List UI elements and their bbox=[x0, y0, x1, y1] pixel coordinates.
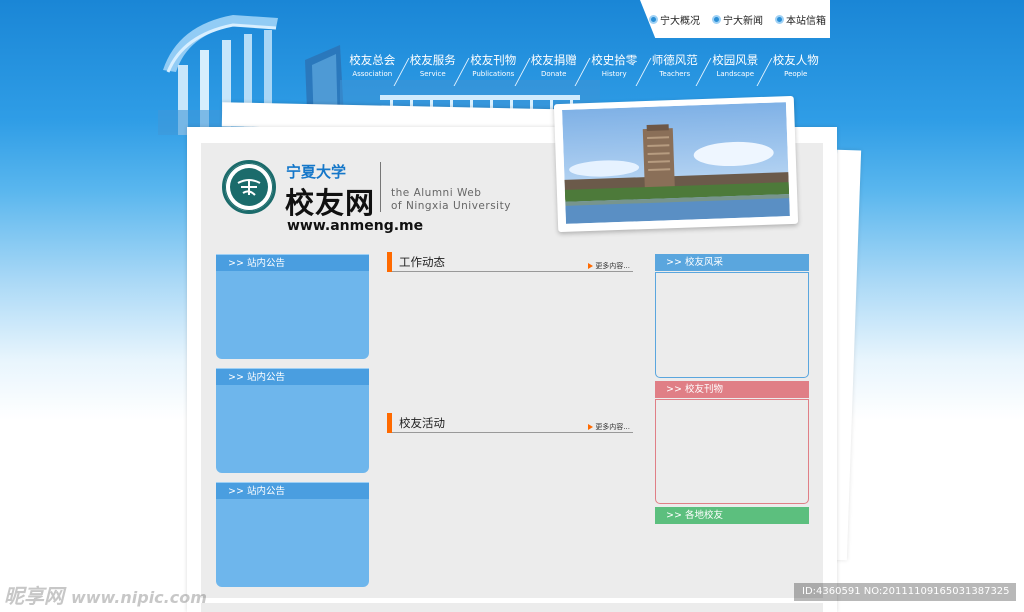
english-title-line1: the Alumni Web bbox=[391, 187, 482, 199]
english-title-line2: of Ningxia University bbox=[391, 200, 511, 212]
more-link-label: 更多内容... bbox=[595, 423, 630, 431]
university-emblem[interactable] bbox=[222, 160, 276, 214]
nav-sublabel: History bbox=[601, 70, 627, 78]
alumni-publications-panel bbox=[655, 399, 809, 504]
regional-alumni-header[interactable]: >> 各地校友 bbox=[655, 507, 809, 524]
more-link-label: 更多内容... bbox=[595, 262, 630, 270]
nav-item-donate[interactable]: 校友捐赠 Donate bbox=[524, 52, 585, 80]
nav-sublabel: Donate bbox=[541, 70, 567, 78]
footer-strip bbox=[201, 603, 823, 612]
bullet-icon bbox=[649, 14, 658, 24]
nav-item-landscape[interactable]: 校园风景 Landscape bbox=[705, 52, 766, 80]
nav-item-publications[interactable]: 校友刊物 Publications bbox=[463, 52, 524, 80]
logo-divider bbox=[380, 162, 381, 212]
more-link[interactable]: 更多内容... bbox=[588, 261, 630, 271]
nav-item-teachers[interactable]: 师德风范 Teachers bbox=[645, 52, 706, 80]
panel-header[interactable]: >> 站内公告 bbox=[216, 482, 369, 499]
announcement-panel-1: >> 站内公告 bbox=[216, 254, 369, 359]
top-link-label: 宁大概况 bbox=[660, 15, 700, 27]
watermark-cn: 昵享网 bbox=[4, 584, 64, 608]
section-accent-bar bbox=[387, 252, 392, 272]
nav-label: 师德风范 bbox=[651, 53, 698, 67]
panel-header[interactable]: >> 站内公告 bbox=[216, 254, 369, 271]
watermark-logo: 昵享网 www.nipic.com bbox=[4, 580, 207, 609]
section-accent-bar bbox=[387, 413, 392, 433]
top-link-label: 本站信箱 bbox=[786, 15, 826, 27]
university-name: 宁夏大学 bbox=[286, 163, 347, 181]
site-name: 校友网 bbox=[285, 186, 376, 220]
bullet-icon bbox=[775, 14, 784, 24]
top-links-bar: 宁大概况 宁大新闻 本站信箱 bbox=[640, 0, 830, 38]
nav-sublabel: Landscape bbox=[716, 70, 755, 78]
nav-sublabel: Publications bbox=[472, 70, 515, 78]
nav-label: 校友刊物 bbox=[470, 53, 517, 67]
nav-label: 校史拾零 bbox=[591, 53, 638, 67]
site-domain: www.anmeng.me bbox=[287, 218, 424, 234]
nav-sublabel: Service bbox=[419, 70, 446, 78]
arrow-right-icon bbox=[588, 263, 594, 269]
bullet-icon bbox=[712, 14, 721, 24]
top-link-mailbox[interactable]: 本站信箱 bbox=[775, 12, 826, 27]
announcement-panel-3: >> 站内公告 bbox=[216, 482, 369, 587]
arrow-right-icon bbox=[588, 424, 594, 430]
nav-item-service[interactable]: 校友服务 Service bbox=[403, 52, 464, 80]
english-title: the Alumni Web of Ningxia University bbox=[391, 187, 511, 213]
nav-item-people[interactable]: 校友人物 People bbox=[766, 52, 827, 80]
alumni-publications-header[interactable]: >> 校友刊物 bbox=[655, 381, 809, 398]
main-nav: 校友总会 Association 校友服务 Service 校友刊物 Publicat… bbox=[342, 52, 826, 80]
nav-label: 校园风景 bbox=[712, 53, 759, 67]
watermark-id: ID:4360591 NO:20111109165031387325 bbox=[794, 583, 1016, 601]
nav-sublabel: People bbox=[784, 70, 808, 78]
nav-item-history[interactable]: 校史拾零 History bbox=[584, 52, 645, 80]
nav-sublabel: Association bbox=[352, 70, 393, 78]
panel-header[interactable]: >> 站内公告 bbox=[216, 368, 369, 385]
section-title: 校友活动 bbox=[399, 416, 445, 430]
campus-photo-frame bbox=[553, 95, 799, 233]
section-alumni-activities: 校友活动 更多内容... bbox=[387, 413, 633, 433]
alumni-style-panel bbox=[655, 272, 809, 378]
top-link-label: 宁大新闻 bbox=[723, 15, 763, 27]
top-link-overview[interactable]: 宁大概况 bbox=[649, 12, 700, 27]
nav-label: 校友捐赠 bbox=[530, 53, 577, 67]
nav-label: 校友服务 bbox=[409, 53, 456, 67]
nav-item-association[interactable]: 校友总会 Association bbox=[342, 52, 403, 80]
emblem-icon bbox=[230, 168, 268, 206]
nav-label: 校友总会 bbox=[349, 53, 396, 67]
top-link-news[interactable]: 宁大新闻 bbox=[712, 12, 763, 27]
campus-photo bbox=[562, 102, 790, 224]
alumni-style-header[interactable]: >> 校友风采 bbox=[655, 254, 809, 271]
section-work-news: 工作动态 更多内容... bbox=[387, 252, 633, 272]
section-title: 工作动态 bbox=[399, 255, 445, 269]
watermark-en: www.nipic.com bbox=[70, 588, 207, 607]
nav-label: 校友人物 bbox=[772, 53, 819, 67]
announcement-panel-2: >> 站内公告 bbox=[216, 368, 369, 473]
more-link[interactable]: 更多内容... bbox=[588, 422, 630, 432]
nav-sublabel: Teachers bbox=[659, 70, 691, 78]
